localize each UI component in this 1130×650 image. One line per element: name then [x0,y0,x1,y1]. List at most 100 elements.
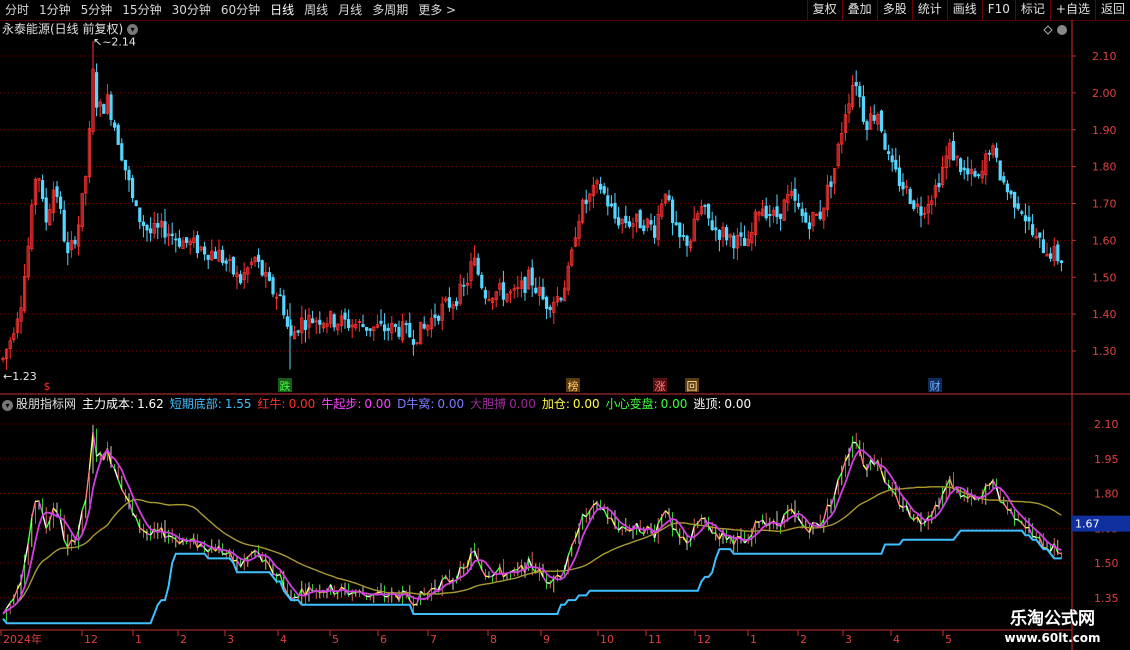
indicator-price-line [139,527,144,532]
indicator-price-line [265,559,270,566]
indicator-price-line [495,566,501,573]
candle-body [901,181,905,190]
indicator-price-line [6,602,11,609]
candle-body [382,324,387,332]
candle-body [404,323,408,325]
indicator-price-line [250,550,256,555]
candle-body [1041,239,1045,254]
indicator-price-line [866,460,872,471]
candle-body [739,232,743,237]
candle-body [73,239,77,245]
candle-body [130,177,135,199]
candle-body [177,238,181,247]
indicator-y-tick-label: 2.10 [1094,418,1119,431]
indicator-price-line [682,536,688,544]
y-tick-label: 1.80 [1092,161,1117,174]
legend-value: 0.00 [572,397,600,411]
candle-body [995,147,999,158]
indicator-price-line [124,495,130,503]
indicator-price-line [549,578,555,584]
indicator-price-line [193,538,199,548]
candle-body [883,133,887,150]
indicator-price-line [52,507,58,513]
indicator-price-line [488,575,493,578]
indicator-price-line [941,486,947,495]
legend-label: 短期底部: [169,397,222,411]
diamond-icon[interactable] [1043,25,1053,35]
candle-body [912,200,916,209]
candle-body [987,152,992,155]
candle-body [671,199,675,223]
indicator-price-line [610,517,616,527]
y-tick-label: 1.30 [1092,345,1117,358]
indicator-price-line [88,432,94,470]
legend-label: 逃顶: [693,397,722,411]
candle-body [890,155,894,163]
candle-body [775,206,779,218]
indicator-price-line [578,514,584,529]
candle-body [908,188,912,205]
legend-label: D牛窝: [397,397,435,411]
indicator-price-line [333,591,339,595]
candle-body [480,274,484,289]
signal-marker[interactable]: 涨 [655,380,666,393]
x-tick-label: 3 [227,633,234,646]
candle-body [534,287,538,293]
candle-body [865,121,869,131]
candle-body [703,204,707,207]
indicator-price-line [460,566,464,570]
indicator-price-line [1021,522,1026,529]
legend-value: 1.62 [137,397,164,411]
legend-label: 红牛: [257,397,286,411]
candle-body [364,326,369,331]
indicator-price-line [178,539,184,545]
indicator-price-line [499,566,505,578]
indicator-price-line [830,494,836,507]
indicator-price-line [20,562,26,583]
candle-body [1059,260,1063,264]
indicator-price-line [614,525,620,531]
candle-body [138,207,142,222]
candle-body [887,151,891,155]
indicator-price-line [844,453,850,462]
candle-body [346,319,351,329]
candle-body [195,235,199,254]
x-tick-label: 5 [332,633,339,646]
indicator-menu-icon[interactable]: ▾ [2,400,13,411]
signal-marker[interactable]: 跌 [280,379,291,393]
candle-body [174,238,178,241]
candle-body [156,222,160,228]
candle-body [584,199,588,205]
indicator-y-tick-label: 1.35 [1094,592,1119,605]
signal-marker[interactable]: $ [44,380,51,393]
indicator-price-line [146,532,151,536]
indicator-price-line [85,469,91,500]
candle-body [368,328,372,331]
indicator-legend-item: 逃顶: 0.00 [693,396,751,412]
indicator-name[interactable]: ▾ 股朋指标网 [2,396,76,412]
indicator-price-line [837,472,843,480]
signal-marker[interactable]: 回 [687,380,698,393]
indicator-price-line [466,553,472,567]
candle-body [879,110,884,132]
signal-marker[interactable]: 财 [930,379,941,393]
indicator-price-line [920,522,925,525]
indicator-price-line [574,527,580,539]
price-chart[interactable]: 2.10 2.00 1.90 1.80 1.70 1.60 1.50 1.40 1.30 2.10… [0,0,1130,650]
indicator-price-line [538,568,544,577]
candle-body [220,249,225,263]
candle-body [617,217,621,226]
signal-marker[interactable]: 榜 [568,379,579,393]
indicator-price-line [909,516,915,521]
candle-body [113,122,117,128]
indicator-price-line [23,543,29,563]
indicator-price-line [945,478,951,488]
candle-body [454,301,459,307]
indicator-legend-item: 小心变盘: 0.00 [606,396,688,412]
chevron-down-icon[interactable] [1057,25,1067,35]
candle-body [1020,211,1024,214]
indicator-price-line [132,512,137,519]
indicator-price-line [168,535,173,538]
legend-value: 1.55 [224,397,252,411]
candle-body [127,169,131,181]
